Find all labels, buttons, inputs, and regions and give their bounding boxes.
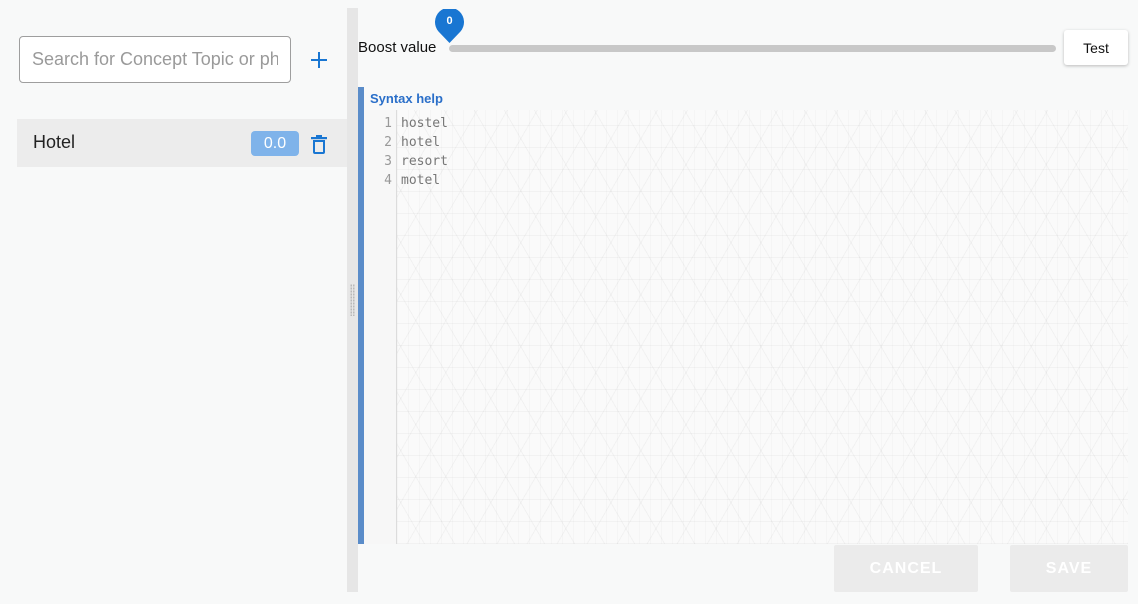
delete-concept-button[interactable]	[308, 132, 330, 156]
concept-editor-app: Hotel 0.0 Boost value 0 Test Syntax help	[0, 0, 1138, 604]
slider-thumb[interactable]: 0	[435, 7, 464, 44]
concept-search-input[interactable]	[19, 36, 291, 83]
concept-boost-badge: 0.0	[251, 131, 299, 156]
code-line[interactable]: resort	[401, 152, 1128, 171]
slider-thumb-value: 0	[446, 15, 453, 27]
slider-track	[449, 45, 1056, 52]
code-line[interactable]: hostel	[401, 114, 1128, 133]
concept-list-item[interactable]: Hotel 0.0	[17, 119, 347, 167]
line-number: 4	[384, 173, 392, 188]
syntax-help-link[interactable]: Syntax help	[370, 91, 443, 106]
plus-icon	[311, 52, 327, 68]
code-line[interactable]: motel	[401, 171, 1128, 190]
splitter-grip-icon	[350, 284, 355, 316]
line-number: 1	[384, 116, 392, 131]
save-button[interactable]: SAVE	[1010, 545, 1128, 592]
line-number-gutter: 1 2 3 4	[364, 110, 397, 544]
boost-value-slider[interactable]: 0	[435, 7, 1056, 59]
concept-list-panel: Hotel 0.0	[0, 0, 347, 592]
trash-icon	[311, 134, 327, 154]
test-button[interactable]: Test	[1064, 30, 1128, 65]
cancel-button[interactable]: CANCEL	[834, 545, 978, 592]
boost-value-label: Boost value	[358, 39, 437, 56]
code-line[interactable]: hotel	[401, 133, 1128, 152]
code-text-area[interactable]: hostel hotel resort motel	[401, 110, 1128, 544]
line-number: 3	[384, 154, 392, 169]
panel-splitter[interactable]	[347, 8, 358, 592]
line-number: 2	[384, 135, 392, 150]
add-concept-button[interactable]	[303, 43, 335, 77]
concept-label: Hotel	[33, 132, 76, 152]
code-editor[interactable]: 1 2 3 4 hostel hotel resort motel	[364, 110, 1128, 544]
